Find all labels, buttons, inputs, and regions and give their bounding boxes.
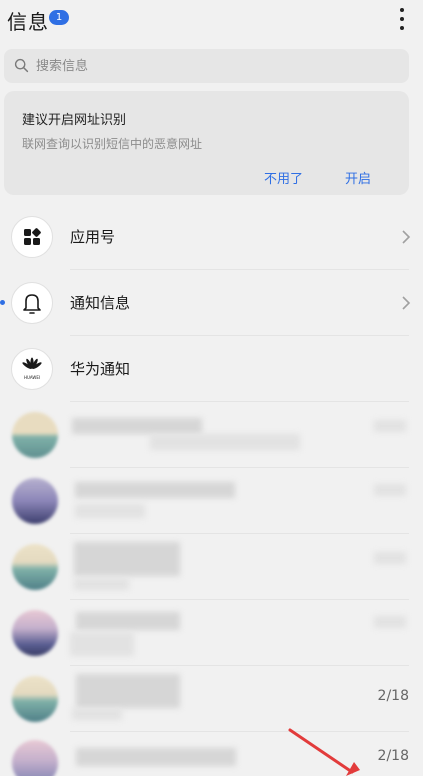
apps-avatar <box>11 216 53 258</box>
contact-name <box>72 418 202 434</box>
more-options-button[interactable] <box>389 7 415 33</box>
more-dots-icon <box>400 8 404 12</box>
contact-name <box>76 674 180 708</box>
row-label: 通知信息 <box>70 294 131 312</box>
notifications-avatar <box>11 282 53 324</box>
contact-name <box>76 748 236 766</box>
huawei-logo-icon: HUAWEI <box>22 357 42 380</box>
search-bar[interactable] <box>4 49 409 83</box>
message-preview <box>74 578 129 590</box>
more-dots-icon <box>400 26 404 30</box>
message-preview <box>72 708 122 720</box>
row-label: 华为通知 <box>70 360 131 378</box>
message-date <box>374 484 406 496</box>
huawei-logo-text: HUAWEI <box>24 375 40 380</box>
unread-dot <box>0 300 5 305</box>
huawei-avatar: HUAWEI <box>11 348 53 390</box>
contact-avatar <box>12 740 58 776</box>
dismiss-button[interactable]: 不用了 <box>264 168 303 187</box>
enable-button[interactable]: 开启 <box>345 168 371 187</box>
chevron-right-icon <box>402 230 411 244</box>
contact-avatar <box>12 544 58 590</box>
contact-name <box>76 612 180 630</box>
page-title: 信息 <box>7 10 49 34</box>
message-preview <box>75 504 145 518</box>
unread-badge: 1 <box>49 10 69 25</box>
row-huawei-notice[interactable]: HUAWEI 华为通知 <box>0 336 423 402</box>
apps-grid-icon <box>24 228 41 245</box>
row-notifications[interactable]: 通知信息 <box>0 270 423 336</box>
search-icon <box>14 58 29 73</box>
message-date-text: 2/18 <box>377 688 409 704</box>
search-input[interactable] <box>36 55 396 77</box>
contact-avatar <box>12 676 58 722</box>
conversation-row[interactable] <box>0 600 423 666</box>
card-subtitle: 联网查询以识别短信中的恶意网址 <box>22 137 203 151</box>
contact-name <box>75 482 235 498</box>
row-label: 应用号 <box>70 228 116 246</box>
message-date <box>374 420 406 432</box>
message-date <box>374 552 406 564</box>
row-service-accounts[interactable]: 应用号 <box>0 204 423 270</box>
contact-avatar <box>12 478 58 524</box>
contact-avatar <box>12 610 58 656</box>
card-title: 建议开启网址识别 <box>22 113 127 128</box>
chevron-right-icon <box>402 296 411 310</box>
header: 信息 1 <box>0 0 423 40</box>
conversation-row[interactable] <box>0 402 423 468</box>
message-date <box>374 616 406 628</box>
contact-name <box>74 542 180 576</box>
more-dots-icon <box>400 17 404 21</box>
contact-avatar <box>12 412 58 458</box>
url-recognition-card: 建议开启网址识别 联网查询以识别短信中的恶意网址 不用了 开启 <box>4 91 409 195</box>
message-preview <box>150 434 300 450</box>
annotation-arrow-icon <box>288 728 360 776</box>
message-preview <box>70 632 134 656</box>
conversation-row[interactable] <box>0 534 423 600</box>
bell-icon <box>23 294 41 314</box>
conversation-row[interactable] <box>0 468 423 534</box>
